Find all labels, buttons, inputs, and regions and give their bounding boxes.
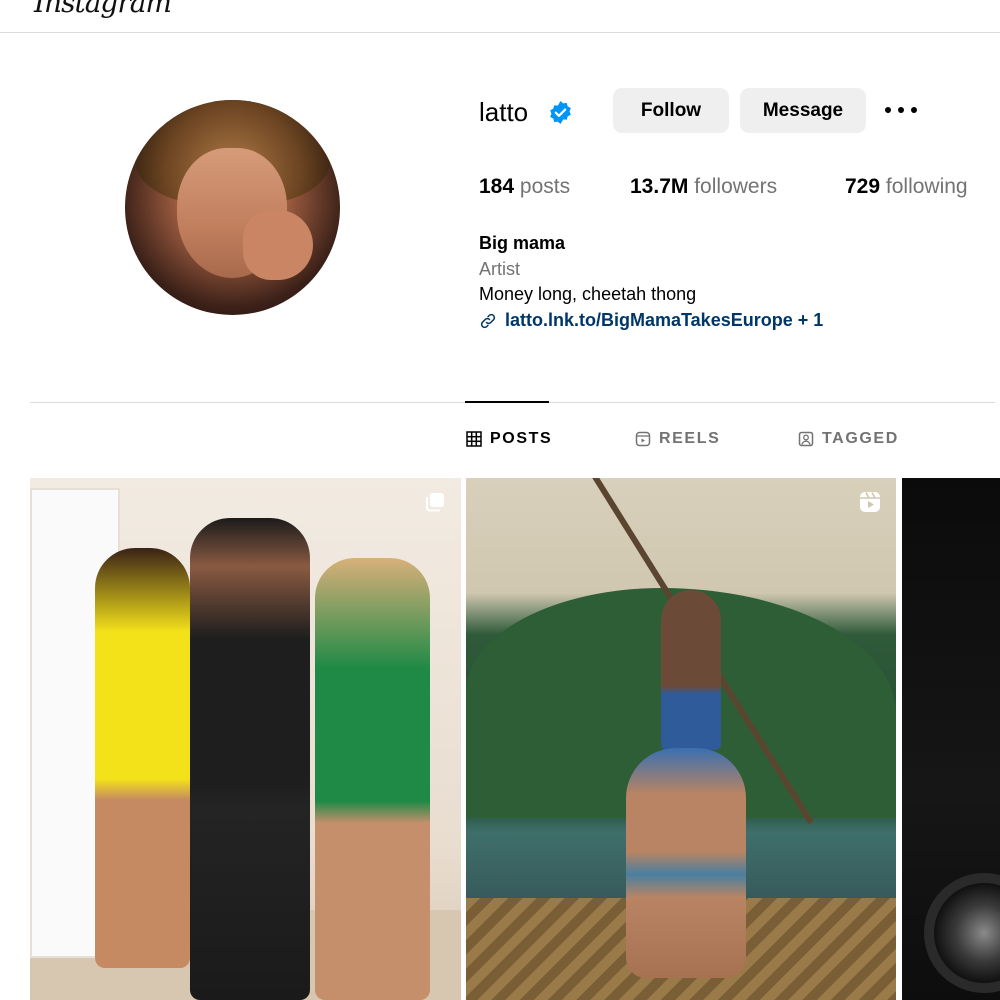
reels-icon xyxy=(635,431,651,447)
profile-username: latto xyxy=(479,97,529,127)
stat-followers[interactable]: 13.7M followers xyxy=(630,175,777,199)
follow-button[interactable]: Follow xyxy=(613,88,729,133)
post-person xyxy=(626,748,746,978)
profile-avatar[interactable] xyxy=(125,100,340,315)
bio-name: Big mama xyxy=(479,233,566,253)
following-count: 729 xyxy=(845,175,881,198)
bio-link[interactable]: latto.lnk.to/BigMamaTakesEurope + 1 xyxy=(479,310,823,331)
following-label: following xyxy=(885,175,968,198)
tab-posts[interactable]: POSTS xyxy=(466,430,552,448)
verified-badge-icon xyxy=(550,101,571,124)
more-dot xyxy=(885,107,891,113)
post-tile[interactable] xyxy=(466,478,896,1000)
avatar-hand xyxy=(243,210,313,280)
link-icon xyxy=(480,313,496,328)
reel-icon xyxy=(860,492,880,512)
post-tile[interactable] xyxy=(30,478,461,1000)
carousel-icon xyxy=(426,493,444,512)
message-button[interactable]: Message xyxy=(740,88,866,133)
post-wheel xyxy=(924,873,1000,993)
followers-count: 13.7M xyxy=(630,175,689,198)
tab-tagged[interactable]: TAGGED xyxy=(798,430,899,448)
more-dot xyxy=(898,107,904,113)
active-tab-indicator xyxy=(465,401,549,403)
instagram-logo[interactable]: Instagram xyxy=(34,0,172,19)
bio-text: Money long, cheetah thong xyxy=(479,284,697,304)
post-person xyxy=(95,548,190,968)
tab-reels-label: REELS xyxy=(659,430,721,447)
post-person xyxy=(190,518,310,1000)
top-bar: Instagram xyxy=(0,0,1000,33)
stat-following[interactable]: 729 following xyxy=(845,175,968,199)
bio-link-text: latto.lnk.to/BigMamaTakesEurope + 1 xyxy=(505,310,824,330)
followers-label: followers xyxy=(694,175,778,198)
grid-icon xyxy=(466,431,482,447)
more-options-icon[interactable] xyxy=(885,100,917,120)
tab-reels[interactable]: REELS xyxy=(635,430,720,448)
more-dot xyxy=(911,107,917,113)
post-person xyxy=(315,558,430,1000)
post-person xyxy=(661,590,721,750)
tab-tagged-label: TAGGED xyxy=(822,430,899,447)
posts-count: 184 xyxy=(479,175,515,198)
posts-label: posts xyxy=(519,175,571,198)
post-tile[interactable] xyxy=(902,478,1000,1000)
stat-posts: 184 posts xyxy=(479,175,570,199)
tab-posts-label: POSTS xyxy=(490,430,553,447)
bio-category: Artist xyxy=(479,259,521,279)
tagged-icon xyxy=(798,431,814,447)
